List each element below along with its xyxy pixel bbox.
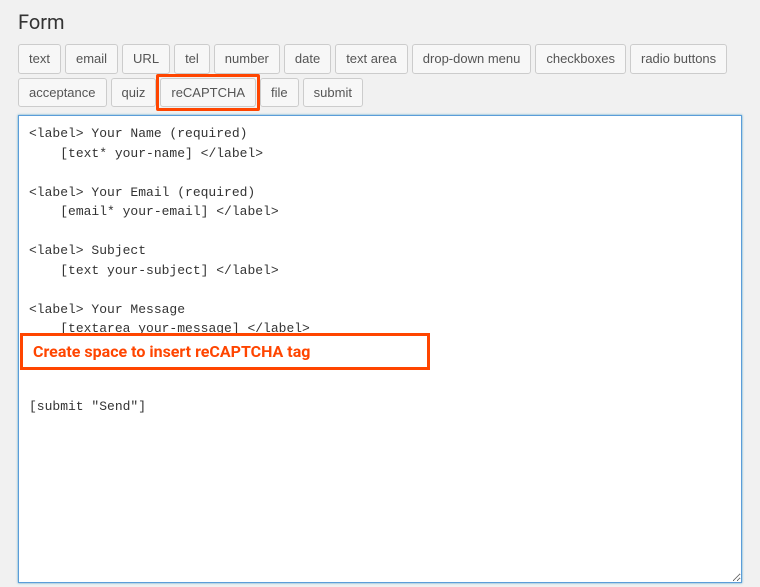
tag-button-date[interactable]: date — [284, 44, 331, 74]
tag-button-recaptcha[interactable]: reCAPTCHA — [160, 78, 256, 108]
tag-button-textarea[interactable]: text area — [335, 44, 408, 74]
tag-button-dropdown[interactable]: drop-down menu — [412, 44, 532, 74]
tag-buttons-container: text email URL tel number date text area… — [18, 44, 742, 107]
form-content-textarea[interactable] — [18, 115, 742, 583]
tag-button-radio[interactable]: radio buttons — [630, 44, 727, 74]
panel-title: Form — [18, 10, 742, 34]
tag-buttons-row: text email URL tel number date text area… — [18, 44, 742, 107]
tag-button-file[interactable]: file — [260, 78, 299, 108]
tag-button-quiz[interactable]: quiz — [111, 78, 157, 108]
tag-button-number[interactable]: number — [214, 44, 280, 74]
form-textarea-wrapper: Create space to insert reCAPTCHA tag — [18, 115, 742, 583]
tag-button-submit[interactable]: submit — [303, 78, 363, 108]
tag-button-tel[interactable]: tel — [174, 44, 210, 74]
tag-button-email[interactable]: email — [65, 44, 118, 74]
tag-button-url[interactable]: URL — [122, 44, 170, 74]
tag-button-text[interactable]: text — [18, 44, 61, 74]
tag-button-acceptance[interactable]: acceptance — [18, 78, 107, 108]
tag-button-checkboxes[interactable]: checkboxes — [535, 44, 626, 74]
